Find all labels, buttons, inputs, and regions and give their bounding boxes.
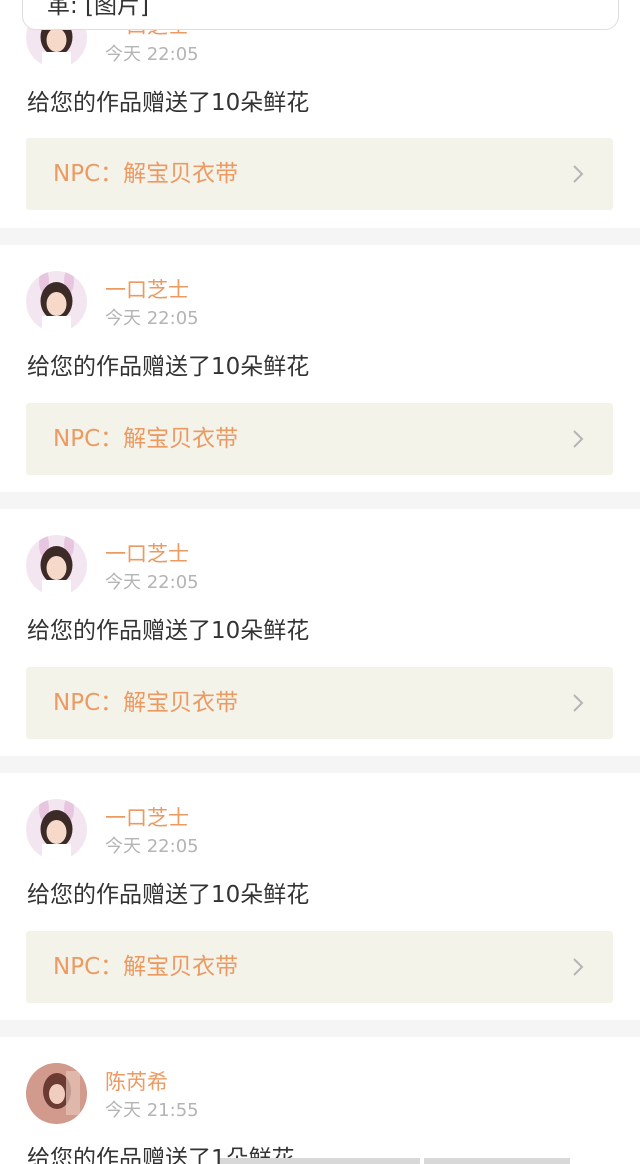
username[interactable]: 陈芮希 (105, 1069, 168, 1095)
notification-card: 一口芝士 今天 22:05 给您的作品赠送了10朵鲜花 NPC：解宝贝衣带 (0, 509, 640, 756)
username[interactable]: 一口芝士 (105, 541, 189, 567)
user-avatar-icon[interactable] (26, 799, 87, 860)
scroll-indicator (424, 1158, 570, 1164)
notification-card: 一口芝士 今天 22:05 给您的作品赠送了10朵鲜花 NPC：解宝贝衣带 (0, 773, 640, 1020)
notification-message: 给您的作品赠送了10朵鲜花 (27, 354, 310, 380)
work-title: NPC：解宝贝衣带 (53, 954, 239, 980)
notification-message: 给您的作品赠送了10朵鲜花 (27, 618, 310, 644)
timestamp: 今天 22:05 (105, 308, 199, 329)
timestamp: 今天 22:05 (105, 836, 199, 857)
work-link[interactable]: NPC：解宝贝衣带 (26, 138, 613, 210)
work-title: NPC：解宝贝衣带 (53, 690, 239, 716)
notification-card: 一口芝士 今天 22:05 给您的作品赠送了10朵鲜花 NPC：解宝贝衣带 (0, 245, 640, 492)
username[interactable]: 一口芝士 (105, 277, 189, 303)
chevron-right-icon (571, 957, 585, 977)
timestamp: 今天 22:05 (105, 572, 199, 593)
notification-card: 陈芮希 今天 21:55 给您的作品赠送了1朵鲜花 (0, 1037, 640, 1164)
user-avatar-icon[interactable] (26, 271, 87, 332)
chevron-right-icon (571, 164, 585, 184)
user-avatar-icon[interactable] (26, 535, 87, 596)
chevron-right-icon (571, 429, 585, 449)
work-title: NPC：解宝贝衣带 (53, 426, 239, 452)
work-link[interactable]: NPC：解宝贝衣带 (26, 403, 613, 475)
work-link[interactable]: NPC：解宝贝衣带 (26, 667, 613, 739)
notification-message: 给您的作品赠送了10朵鲜花 (27, 882, 310, 908)
work-title: NPC：解宝贝衣带 (53, 161, 239, 187)
notification-card: 一口芝士 今天 22:05 给您的作品赠送了10朵鲜花 NPC：解宝贝衣带 (0, 0, 640, 228)
notification-feed[interactable]: 一口芝士 今天 22:05 给您的作品赠送了10朵鲜花 NPC：解宝贝衣带 (0, 0, 640, 1164)
timestamp: 今天 21:55 (105, 1100, 199, 1121)
work-link[interactable]: NPC：解宝贝衣带 (26, 931, 613, 1003)
notification-message: 给您的作品赠送了10朵鲜花 (27, 90, 310, 116)
chevron-right-icon (571, 693, 585, 713)
username[interactable]: 一口芝士 (105, 805, 189, 831)
timestamp: 今天 22:05 (105, 44, 199, 65)
notification-page: 革: [图片] 一口芝士 今天 22:05 给您的作品赠送了10朵鲜花 NPC：… (0, 0, 640, 1164)
user-avatar-icon[interactable] (26, 1063, 87, 1124)
reply-preview-text: 革: [图片] (47, 0, 150, 19)
scroll-indicator (220, 1158, 420, 1164)
reply-preview-bubble[interactable]: 革: [图片] (22, 0, 619, 30)
